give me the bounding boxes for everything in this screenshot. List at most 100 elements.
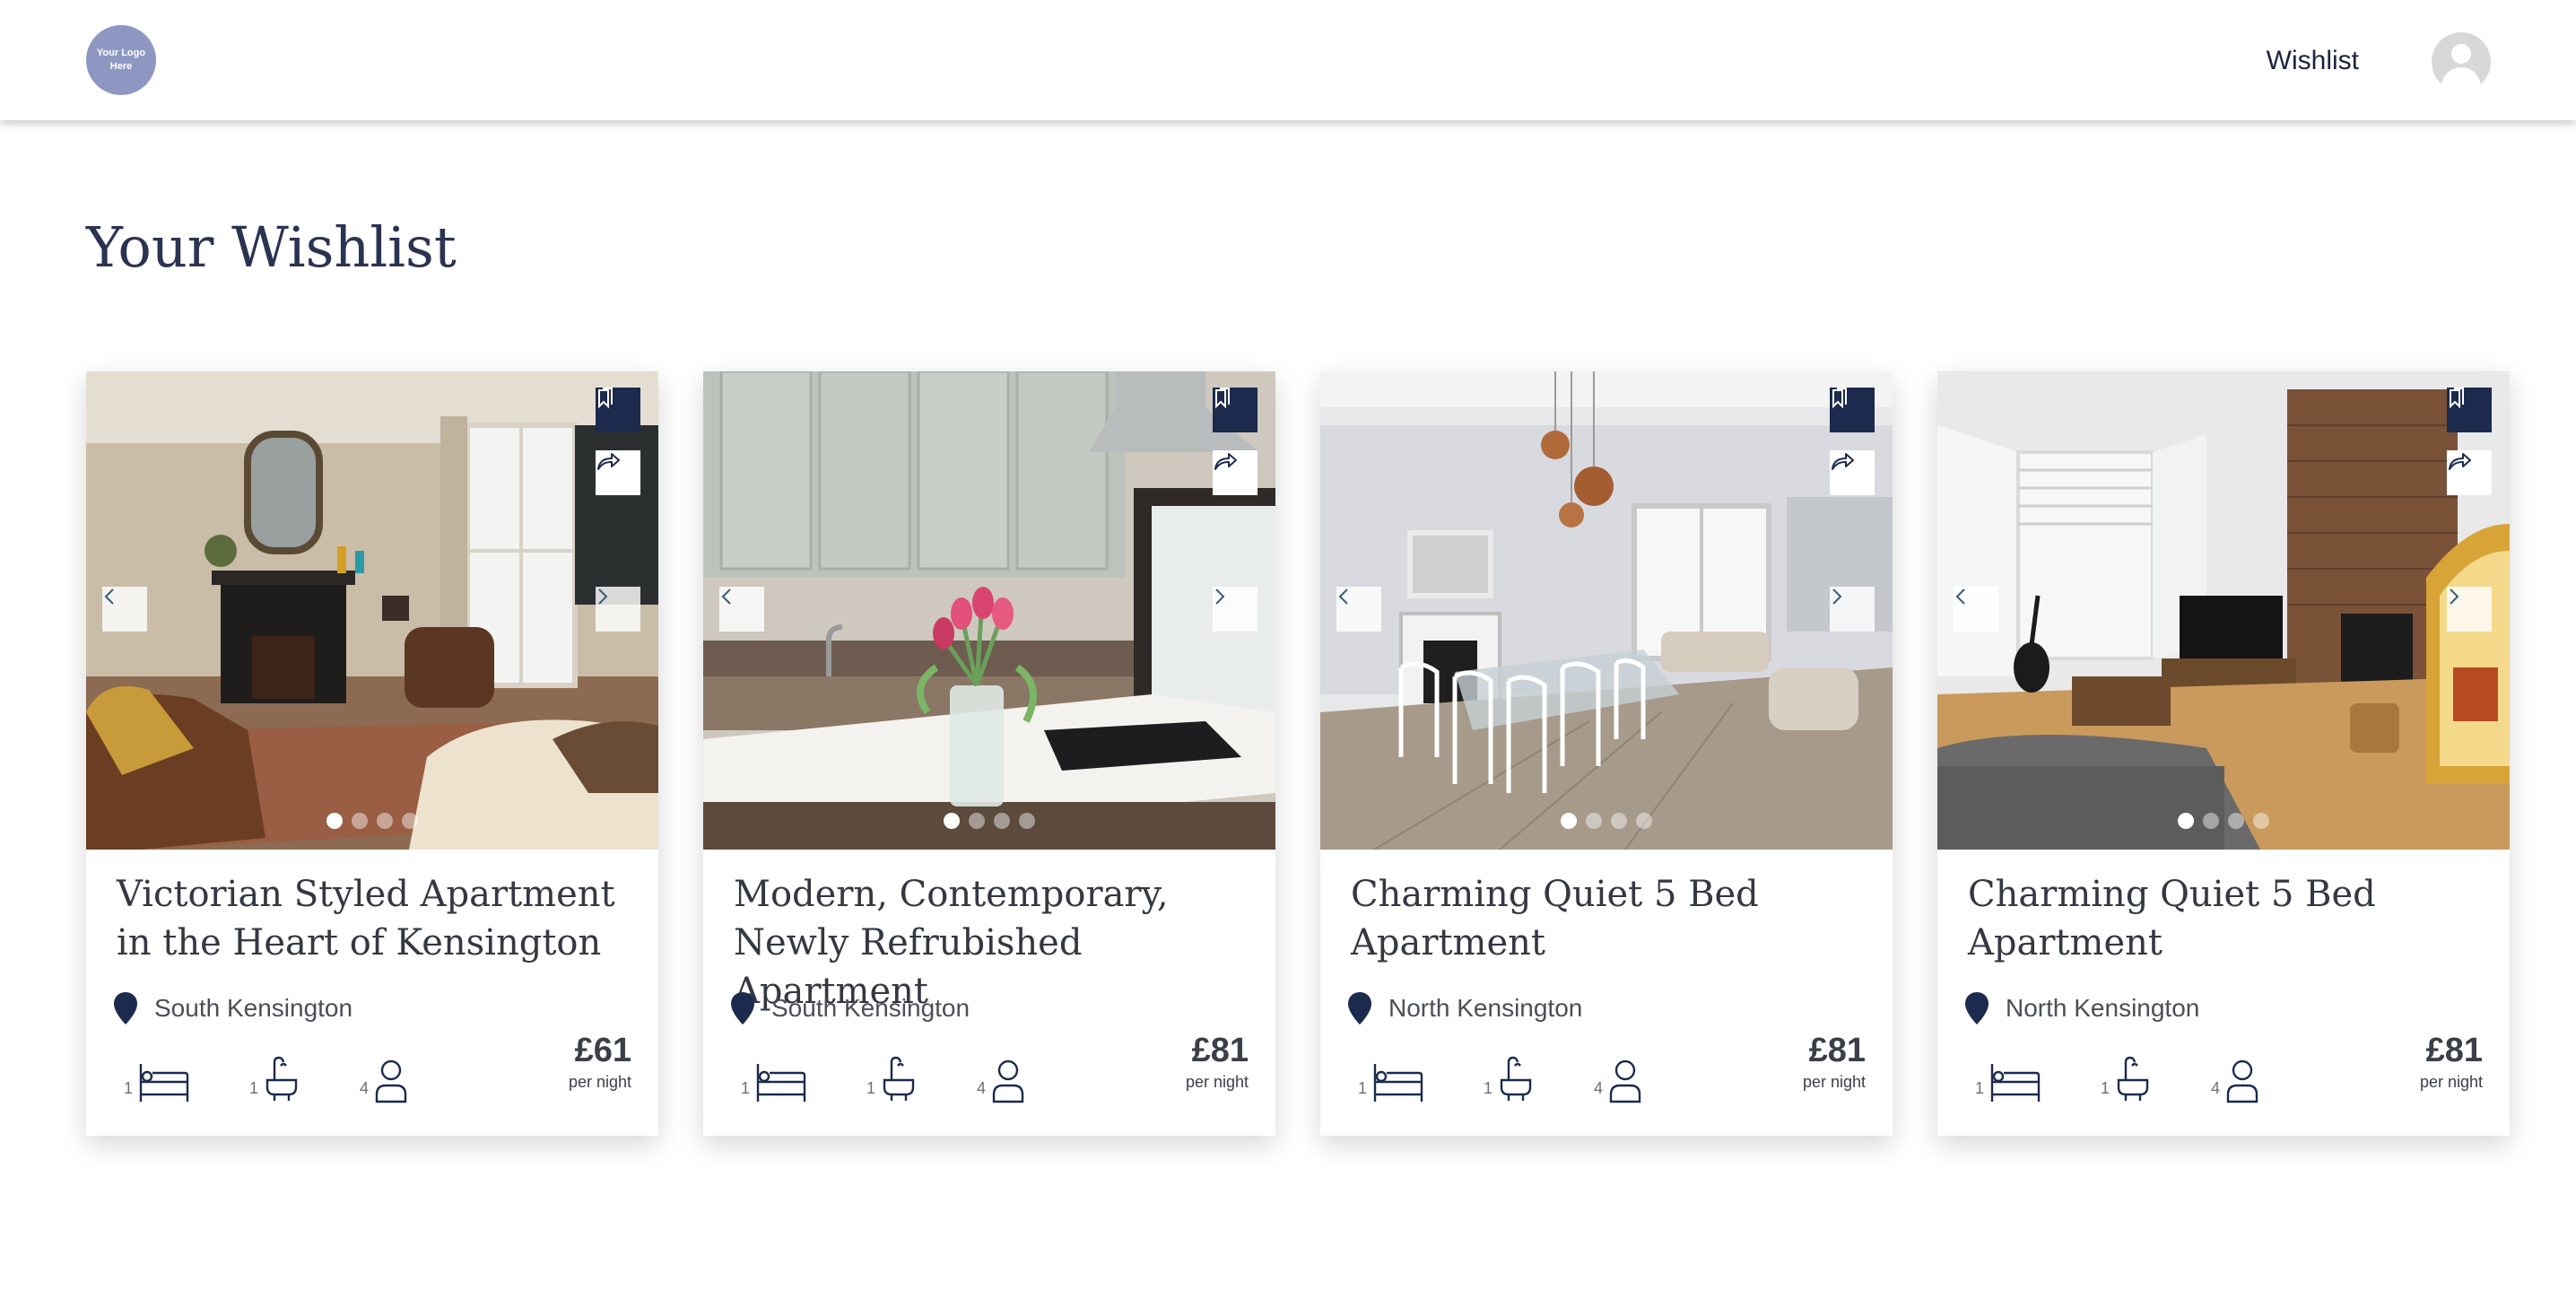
next-photo-button[interactable] (1213, 587, 1258, 632)
amenity-beds: 1 (741, 1053, 807, 1103)
prev-photo-button[interactable] (1954, 587, 1998, 632)
share-button[interactable] (1830, 450, 1875, 495)
share-button[interactable] (1213, 450, 1258, 495)
listing-title[interactable]: Charming Quiet 5 Bed Apartment (1968, 870, 2488, 967)
baths-count: 1 (2101, 1079, 2110, 1097)
listing-price: £81 per night (1186, 1030, 1249, 1093)
share-button[interactable] (596, 450, 640, 495)
bookmark-icon (1832, 388, 1847, 409)
photo-dot[interactable] (969, 813, 985, 829)
location-pin-icon (1348, 992, 1371, 1024)
bookmark-button[interactable] (2447, 388, 2492, 432)
photo-dot[interactable] (1586, 813, 1602, 829)
amenity-guests: 4 (2211, 1053, 2259, 1103)
photo-dot[interactable] (377, 813, 393, 829)
price-amount: £81 (1808, 1032, 1866, 1069)
chevron-right-icon (2450, 588, 2459, 605)
location-name: North Kensington (1388, 994, 1583, 1022)
chevron-left-icon (104, 588, 114, 605)
guests-count: 4 (1594, 1079, 1604, 1097)
photo-dot[interactable] (994, 813, 1010, 829)
bookmark-icon (2450, 388, 2464, 409)
bed-icon (1373, 1064, 1423, 1102)
price-unit: per night (1802, 1073, 1866, 1091)
prev-photo-button[interactable] (719, 587, 764, 632)
chevron-right-icon (1832, 588, 1842, 605)
listing-card[interactable]: Charming Quiet 5 Bed Apartment North Ken… (1937, 371, 2510, 1136)
listing-location: North Kensington (1345, 990, 1582, 1026)
bookmark-button[interactable] (1213, 388, 1258, 432)
listing-photo[interactable] (1937, 371, 2510, 850)
listing-card[interactable]: Victorian Styled Apartment in the Heart … (86, 371, 658, 1136)
prev-photo-button[interactable] (1336, 587, 1381, 632)
listing-location: South Kensington (728, 990, 970, 1026)
amenity-beds: 1 (1358, 1053, 1424, 1103)
bath-icon (883, 1056, 915, 1101)
wishlist-grid: Victorian Styled Apartment in the Heart … (86, 371, 2511, 1136)
amenity-guests: 4 (360, 1053, 408, 1103)
photo-dot[interactable] (1636, 813, 1652, 829)
listing-title[interactable]: Charming Quiet 5 Bed Apartment (1351, 870, 1871, 967)
listing-price: £61 per night (569, 1030, 631, 1093)
listing-photo[interactable] (703, 371, 1275, 850)
photo-dot[interactable] (2253, 813, 2269, 829)
bookmark-icon (1215, 388, 1230, 409)
share-button[interactable] (2447, 450, 2492, 495)
amenity-baths: 1 (249, 1053, 300, 1103)
bath-icon (265, 1056, 298, 1101)
listing-title[interactable]: Victorian Styled Apartment in the Heart … (117, 870, 637, 967)
location-pin-icon (114, 992, 137, 1024)
listing-card[interactable]: Modern, Contemporary, Newly Refrubished … (703, 371, 1275, 1136)
listing-photo[interactable] (86, 371, 658, 850)
bed-icon (756, 1064, 806, 1102)
photo-victorian-living-room (86, 371, 658, 850)
listing-photo[interactable] (1320, 371, 1893, 850)
photo-dot[interactable] (944, 813, 960, 829)
chevron-right-icon (1215, 588, 1225, 605)
location-name: South Kensington (154, 994, 353, 1022)
user-avatar[interactable] (2432, 32, 2491, 92)
photo-bright-dining-room (1320, 371, 1893, 850)
guests-count: 4 (977, 1079, 987, 1097)
nav-wishlist-link[interactable]: Wishlist (2233, 43, 2359, 79)
photo-dot[interactable] (352, 813, 368, 829)
location-name: North Kensington (2006, 994, 2200, 1022)
photo-dot[interactable] (1019, 813, 1035, 829)
share-icon (1214, 453, 1237, 470)
next-photo-button[interactable] (1830, 587, 1875, 632)
chevron-right-icon (598, 588, 608, 605)
prev-photo-button[interactable] (102, 587, 147, 632)
photo-modern-kitchen (703, 371, 1275, 850)
bookmark-button[interactable] (596, 388, 640, 432)
photo-dot[interactable] (402, 813, 418, 829)
amenity-baths: 1 (866, 1053, 917, 1103)
page-title: Your Wishlist (86, 214, 457, 280)
photo-dot[interactable] (326, 813, 343, 829)
next-photo-button[interactable] (2447, 587, 2492, 632)
photo-dot[interactable] (1611, 813, 1627, 829)
amenity-beds: 1 (124, 1053, 190, 1103)
listing-card[interactable]: Charming Quiet 5 Bed Apartment North Ken… (1320, 371, 1893, 1136)
price-unit: per night (568, 1073, 631, 1091)
beds-count: 1 (1358, 1079, 1368, 1097)
logo[interactable]: Your Logo Here (86, 25, 156, 95)
photo-pagination (86, 813, 658, 829)
beds-count: 1 (124, 1079, 134, 1097)
location-name: South Kensington (771, 994, 970, 1022)
amenity-baths: 1 (1484, 1053, 1534, 1103)
amenity-baths: 1 (2101, 1053, 2151, 1103)
listing-location: South Kensington (111, 990, 352, 1026)
bed-icon (139, 1064, 189, 1102)
bookmark-icon (598, 388, 613, 409)
photo-dot[interactable] (2203, 813, 2219, 829)
photo-dot[interactable] (2228, 813, 2244, 829)
price-amount: £61 (574, 1032, 631, 1069)
bookmark-button[interactable] (1830, 388, 1875, 432)
amenity-guests: 4 (977, 1053, 1025, 1103)
chevron-left-icon (1338, 588, 1348, 605)
photo-dot[interactable] (1561, 813, 1577, 829)
next-photo-button[interactable] (596, 587, 640, 632)
price-unit: per night (2419, 1073, 2483, 1091)
bed-icon (1990, 1064, 2041, 1102)
photo-dot[interactable] (2178, 813, 2194, 829)
